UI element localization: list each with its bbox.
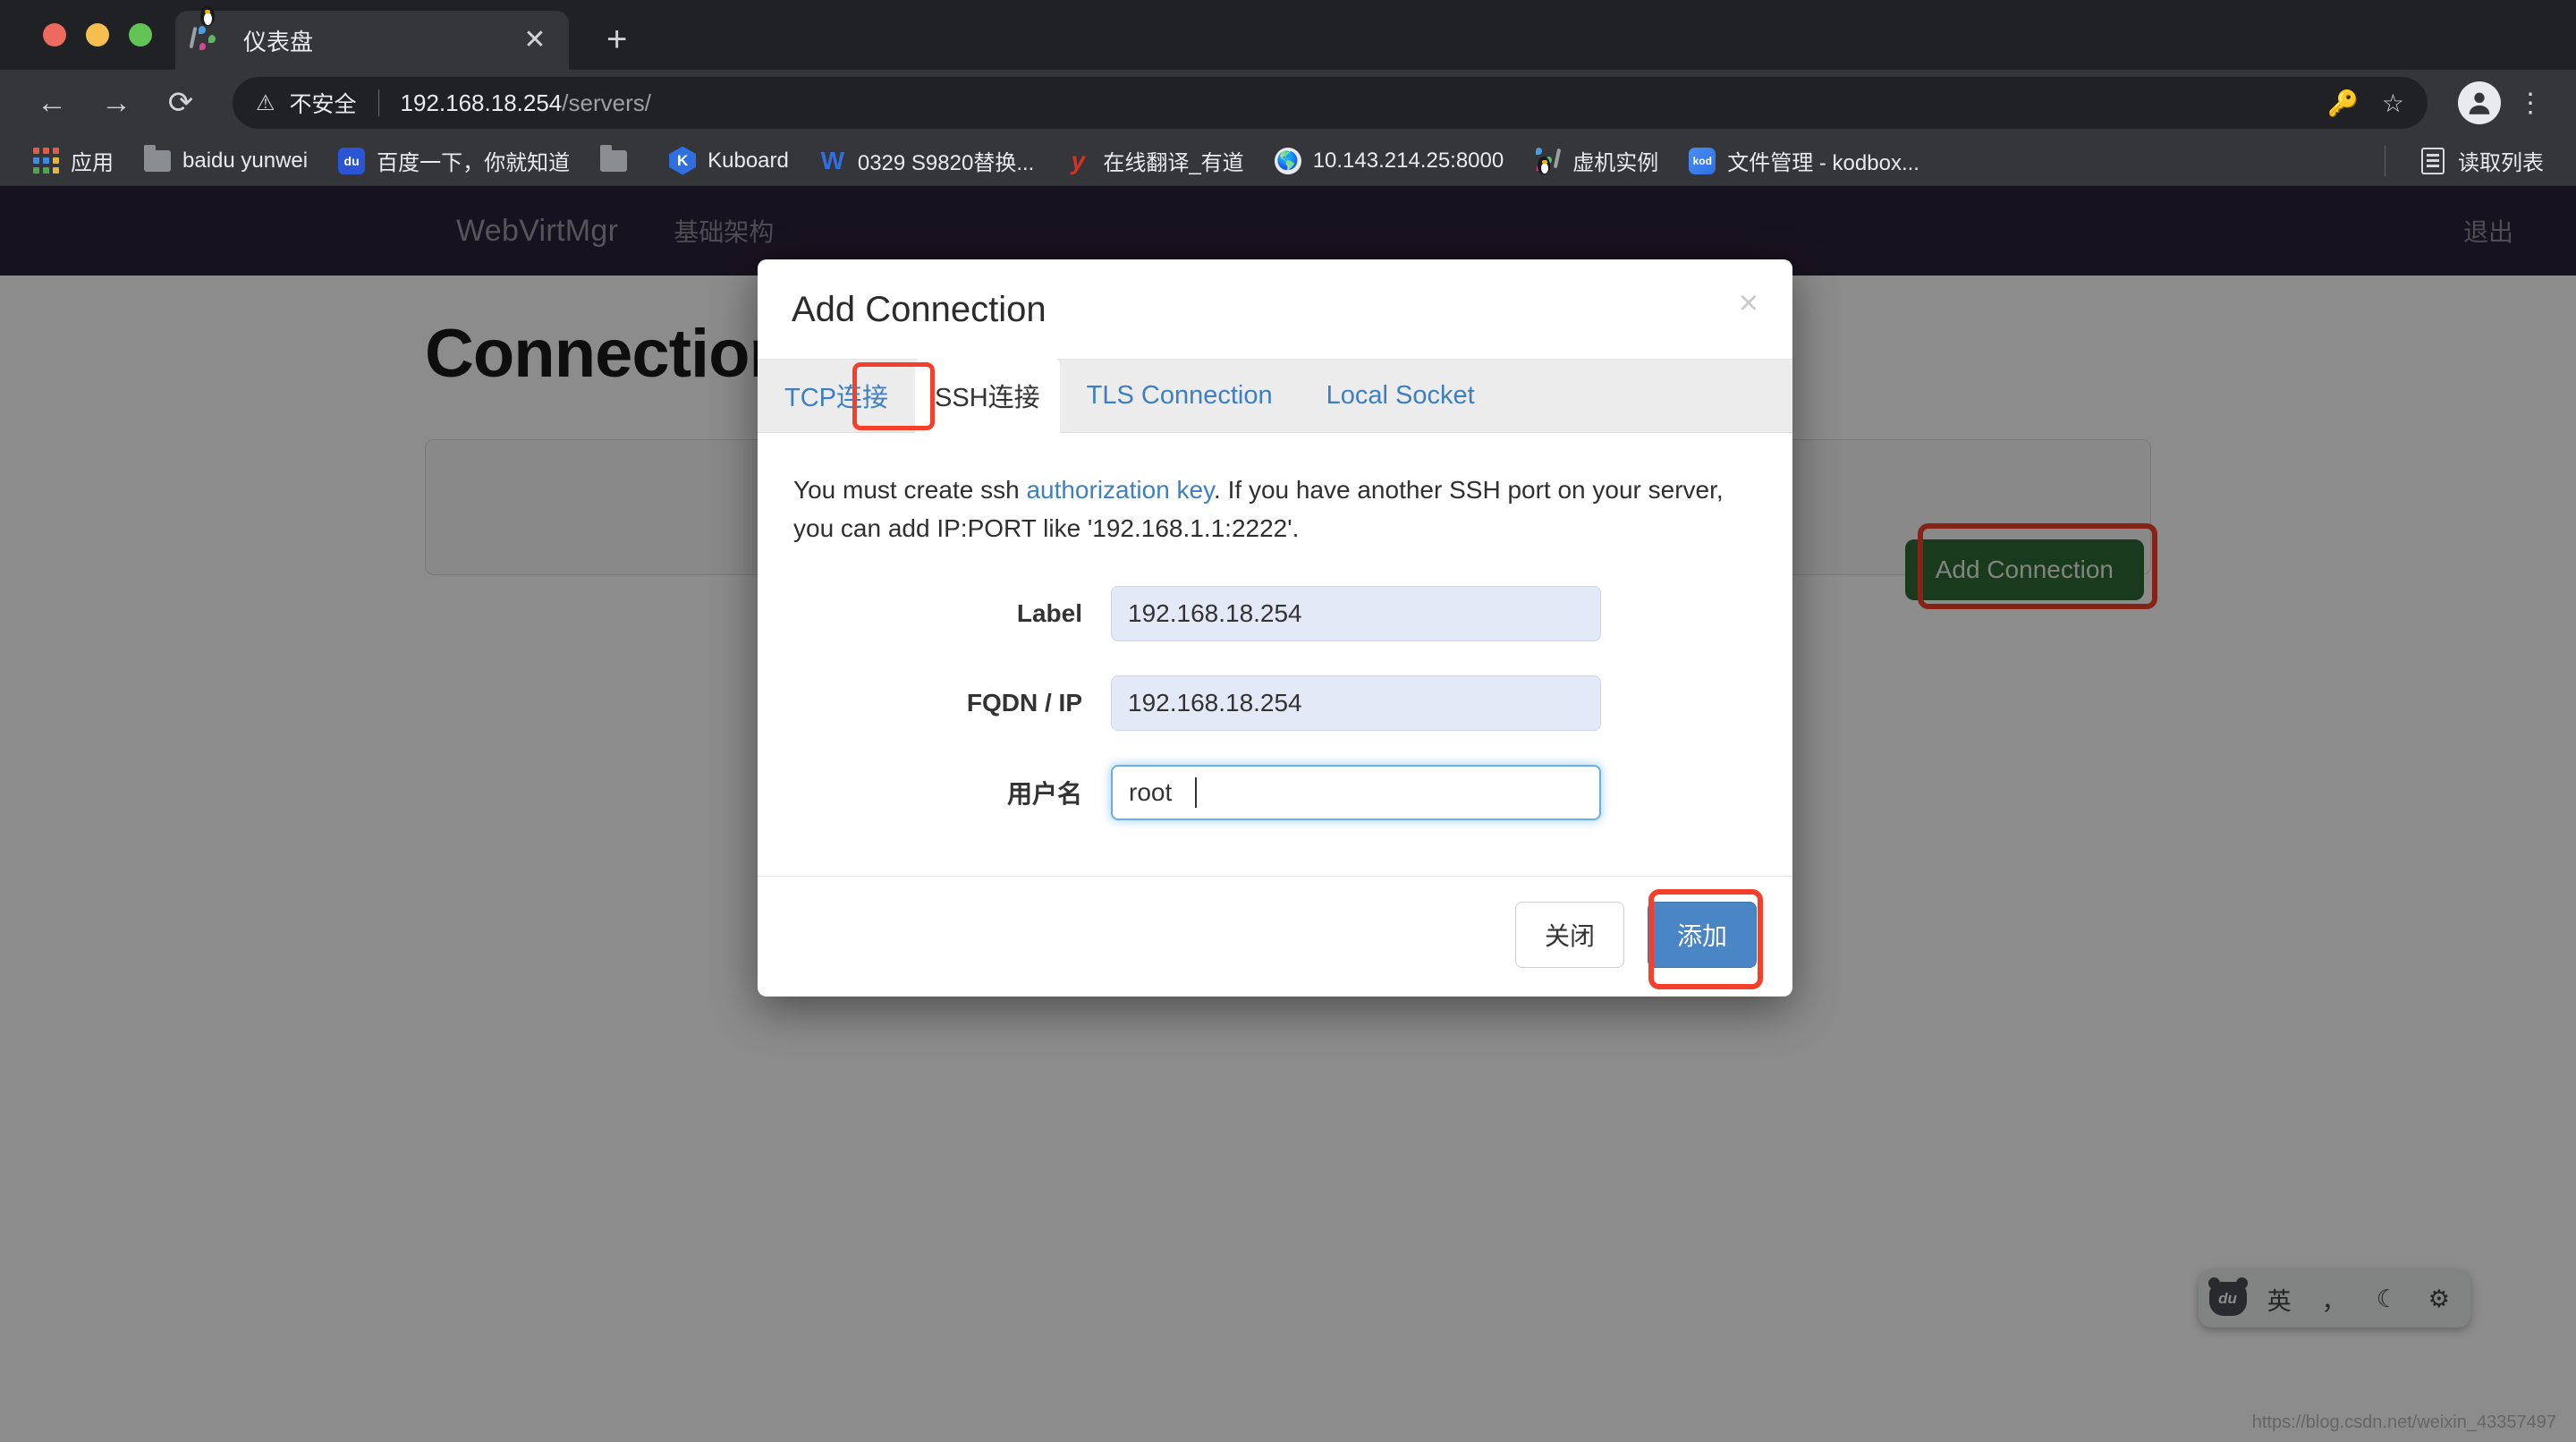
back-button[interactable]: ← (23, 74, 80, 131)
folder-icon (144, 144, 171, 174)
tab-strip: 仪表盘 ✕ + (0, 0, 2576, 70)
text-caret (1195, 776, 1197, 808)
tab-title: 仪表盘 (243, 28, 314, 55)
star-icon[interactable]: ☆ (2382, 89, 2404, 118)
close-tab-icon[interactable]: ✕ (519, 27, 551, 54)
bookmark-label: 虚机实例 (1572, 151, 1659, 175)
tab-tcp-connection[interactable]: TCP连接 (758, 359, 915, 432)
form-row-username: 用户名 (793, 764, 1757, 820)
bookmark-apps[interactable]: 应用 (20, 140, 126, 182)
maximize-window-button[interactable] (129, 23, 152, 47)
help-prefix: You must create ssh (793, 476, 1027, 504)
bookmark-label: baidu yunwei (182, 148, 309, 173)
browser-toolbar: ← → ⟳ ⚠ 不安全 192.168.18.254/servers/ 🔑 ☆ … (0, 70, 2576, 136)
baidu-icon: du (338, 147, 366, 174)
authorization-key-link[interactable]: authorization key (1026, 476, 1214, 504)
browser-window: 仪表盘 ✕ + ← → ⟳ ⚠ 不安全 192.168.18.254/serve… (0, 0, 2576, 1442)
minimize-window-button[interactable] (86, 23, 109, 47)
bookmark-label: 0329 S9820替换... (857, 151, 1035, 175)
page-viewport: WebVirtMgr 基础架构 退出 Connection Add Connec… (0, 186, 2576, 1442)
label-input[interactable] (1111, 585, 1601, 641)
bookmark-vm-instances[interactable]: 虚机实例 (1521, 140, 1671, 182)
reading-list-icon (2419, 147, 2446, 174)
youdao-icon: y (1071, 146, 1086, 174)
bookmark-s9820[interactable]: W 0329 S9820替换... (807, 140, 1046, 182)
reload-button[interactable]: ⟳ (152, 74, 209, 131)
form-row-label: Label (793, 585, 1757, 641)
close-icon[interactable]: × (1739, 286, 1758, 320)
kuboard-icon: K (669, 146, 697, 175)
omnibox-divider (377, 89, 379, 116)
bookmarks-bar: 应用 baidu yunwei du 百度一下，你就知道 K Kuboard W… (0, 136, 2576, 186)
url-text: 192.168.18.254/servers/ (401, 89, 651, 117)
bookmark-baidu[interactable]: du 百度一下，你就知道 (326, 140, 582, 182)
tab-ssh-connection[interactable]: SSH连接 (915, 358, 1060, 433)
label-field-label: Label (1016, 598, 1082, 627)
tab-tls-connection[interactable]: TLS Connection (1060, 359, 1300, 432)
modal-header: Add Connection × (758, 259, 1792, 360)
security-label: 不安全 (289, 92, 357, 117)
profile-avatar-icon[interactable] (2458, 81, 2501, 124)
fqdn-field-label: FQDN / IP (966, 688, 1082, 717)
apps-grid-icon (32, 148, 59, 174)
bookmark-kodbox[interactable]: kod 文件管理 - kodbox... (1676, 140, 1932, 182)
bookmark-label: 10.143.214.25:8000 (1312, 148, 1504, 173)
url-path: /servers/ (562, 89, 651, 116)
folder-icon (600, 144, 628, 174)
penguin-icon (1534, 147, 1562, 174)
ssh-help-text: You must create ssh authorization key. I… (793, 471, 1741, 548)
add-connection-modal: Add Connection × TCP连接 SSH连接 TLS Connect… (758, 259, 1792, 997)
new-tab-button[interactable]: + (606, 21, 627, 57)
reading-list-label: 读取列表 (2458, 151, 2544, 175)
tab-local-socket[interactable]: Local Socket (1300, 359, 1502, 432)
globe-icon: 🌎 (1274, 147, 1301, 174)
warning-triangle-icon: ⚠ (256, 90, 275, 115)
ssh-connection-form: Label FQDN / IP 用户名 (793, 585, 1757, 820)
w-icon: W (820, 146, 845, 174)
url-host: 192.168.18.254 (400, 89, 563, 116)
key-icon[interactable]: 🔑 (2327, 89, 2359, 118)
modal-footer: 关闭 添加 (758, 875, 1792, 997)
username-field-label: 用户名 (1006, 779, 1082, 808)
penguin-webvirtmgr-favicon-icon (189, 6, 225, 55)
form-row-fqdn: FQDN / IP (793, 674, 1757, 731)
bookmark-baidu-yunwei[interactable]: baidu yunwei (131, 142, 320, 180)
forward-button[interactable]: → (88, 74, 145, 131)
reading-list-button[interactable]: 读取列表 (2407, 140, 2556, 182)
modal-body: You must create ssh authorization key. I… (758, 433, 1792, 876)
bookmark-10-143-214-25[interactable]: 🌎 10.143.214.25:8000 (1262, 142, 1517, 180)
bookmark-label: 在线翻译_有道 (1103, 151, 1244, 175)
modal-title: Add Connection (792, 290, 1046, 329)
fqdn-ip-input[interactable] (1111, 674, 1601, 731)
close-window-button[interactable] (43, 23, 66, 47)
modal-tabs: TCP连接 SSH连接 TLS Connection Local Socket (758, 358, 1792, 433)
bookmark-label: 应用 (71, 151, 114, 175)
bookmark-label: Kuboard (708, 148, 789, 173)
bookmark-label: 百度一下，你就知道 (377, 151, 571, 175)
submit-add-button[interactable]: 添加 (1647, 901, 1757, 968)
username-input[interactable] (1111, 764, 1601, 820)
kodbox-icon: kod (1689, 147, 1716, 174)
bookmark-label: 文件管理 - kodbox... (1727, 151, 1919, 175)
window-controls (27, 0, 175, 70)
bookmark-kuboard[interactable]: K Kuboard (657, 142, 801, 180)
close-button[interactable]: 关闭 (1514, 901, 1624, 968)
bookmark-youdao[interactable]: y 在线翻译_有道 (1052, 140, 1256, 182)
address-bar[interactable]: ⚠ 不安全 192.168.18.254/servers/ 🔑 ☆ (233, 77, 2428, 129)
browser-tab[interactable]: 仪表盘 ✕ (175, 6, 569, 70)
bookmark-folder-empty[interactable] (588, 142, 651, 180)
kebab-menu-icon[interactable]: ⋮ (2508, 89, 2553, 116)
